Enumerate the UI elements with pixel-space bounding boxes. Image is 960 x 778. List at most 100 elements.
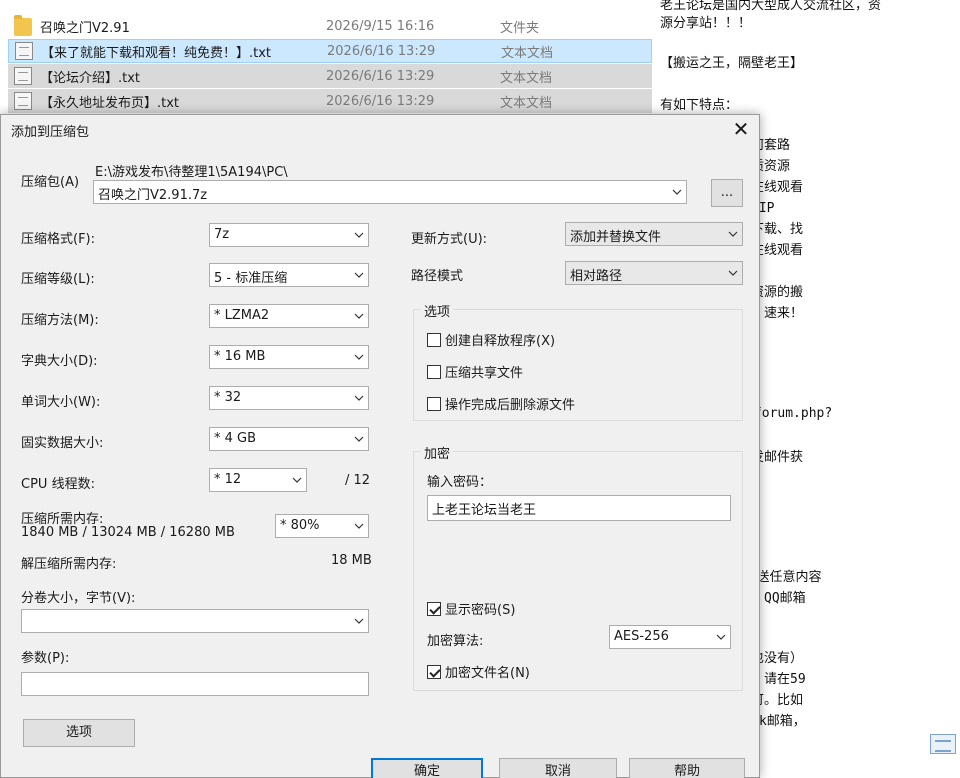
threads-select[interactable]: * 12 [209, 468, 307, 492]
chevron-down-icon [672, 189, 682, 195]
show-password-checkbox[interactable]: 显示密码(S) [427, 599, 515, 618]
password-label: 输入密码： [427, 475, 493, 490]
level-label: 压缩等级(L): [21, 272, 95, 287]
file-type: 文本文档 [500, 70, 553, 86]
format-label: 压缩格式(F): [21, 232, 96, 247]
list-view-icon[interactable] [930, 734, 956, 754]
chevron-down-icon [354, 313, 364, 319]
close-icon[interactable]: ✕ [729, 117, 753, 141]
delete-source-checkbox-label: 操作完成后删除源文件 [445, 398, 576, 413]
encrypt-names-checkbox[interactable]: 加密文件名(N) [427, 662, 530, 681]
file-name: 【永久地址发布页】.txt [40, 95, 180, 111]
method-label: 压缩方法(M): [21, 313, 99, 328]
file-date: 2026/6/16 13:29 [326, 93, 435, 109]
mem-decompress-label: 解压缩所需内存: [21, 557, 117, 572]
path-mode-value: 相对路径 [570, 269, 623, 284]
sfx-checkbox-label: 创建自释放程序(X) [445, 334, 556, 349]
checkbox-box [427, 664, 441, 679]
update-mode-select[interactable]: 添加并替换文件 [565, 222, 743, 246]
file-date: 2026/6/16 13:29 [327, 43, 436, 59]
word-select[interactable]: * 32 [209, 386, 369, 410]
threads-label: CPU 线程数: [21, 477, 95, 492]
password-value: 上老王论坛当老王 [432, 503, 537, 518]
update-mode-value: 添加并替换文件 [570, 230, 662, 245]
file-type: 文件夹 [500, 20, 540, 36]
file-type: 文本文档 [500, 95, 553, 111]
format-value: 7z [214, 227, 230, 242]
split-size-combo[interactable] [21, 609, 369, 633]
chevron-down-icon [354, 395, 364, 401]
archive-label: 压缩包(A) [21, 175, 80, 190]
archive-path: E:\游戏发布\待整理1\5A194\PC\ [95, 165, 288, 180]
help-button[interactable]: 帮助 [629, 758, 745, 778]
sfx-checkbox[interactable]: 创建自释放程序(X) [427, 330, 555, 349]
path-mode-select[interactable]: 相对路径 [565, 261, 743, 285]
chevron-down-icon [354, 232, 364, 238]
chevron-down-icon [354, 523, 364, 529]
chevron-down-icon [728, 270, 738, 276]
browse-button[interactable]: ... [711, 179, 743, 207]
options-group-title: 选项 [421, 301, 454, 320]
checkbox-box [427, 601, 441, 616]
shared-files-checkbox-label: 压缩共享文件 [445, 366, 524, 381]
encryption-group-title: 加密 [421, 443, 454, 462]
format-select[interactable]: 7z [209, 223, 369, 247]
solid-select[interactable]: * 4 GB [209, 427, 369, 451]
solid-label: 固实数据大小: [21, 436, 104, 451]
file-name: 召唤之门V2.91 [40, 20, 130, 36]
mem-percent-value: * 80% [280, 518, 320, 533]
show-password-label: 显示密码(S) [445, 603, 516, 618]
chevron-down-icon [354, 436, 364, 442]
level-value: 5 - 标准压缩 [214, 271, 288, 286]
delete-source-checkbox[interactable]: 操作完成后删除源文件 [427, 394, 575, 413]
dict-label: 字典大小(D): [21, 354, 98, 369]
password-input[interactable]: 上老王论坛当老王 [427, 495, 731, 521]
encryption-method-select[interactable]: AES-256 [609, 625, 731, 649]
word-value: * 32 [214, 390, 242, 405]
checkbox-box [427, 364, 441, 379]
chevron-down-icon [716, 634, 726, 640]
dict-select[interactable]: * 16 MB [209, 345, 369, 369]
file-date: 2026/6/16 13:29 [326, 68, 435, 84]
params-input[interactable] [21, 672, 369, 696]
file-row[interactable]: 【论坛介绍】.txt 2026/6/16 13:29 文本文档 [8, 64, 652, 88]
text-file-icon [15, 42, 33, 60]
params-label: 参数(P): [21, 651, 70, 666]
cancel-button[interactable]: 取消 [499, 758, 617, 778]
update-mode-label: 更新方式(U): [411, 232, 488, 247]
threads-total: / 12 [345, 473, 371, 488]
mem-decompress-value: 18 MB [331, 553, 372, 568]
shared-files-checkbox[interactable]: 压缩共享文件 [427, 362, 523, 381]
file-row[interactable]: 召唤之门V2.91 2026/9/15 16:16 文件夹 [8, 14, 652, 38]
add-to-archive-dialog: 添加到压缩包 ✕ 压缩包(A) E:\游戏发布\待整理1\5A194\PC\ 召… [0, 114, 760, 778]
text-file-icon [14, 67, 32, 85]
encryption-method-value: AES-256 [614, 629, 669, 644]
level-select[interactable]: 5 - 标准压缩 [209, 263, 369, 287]
file-row[interactable]: 【永久地址发布页】.txt 2026/6/16 13:29 文本文档 [8, 89, 652, 113]
encryption-method-label: 加密算法: [427, 634, 484, 649]
file-date: 2026/9/15 16:16 [326, 18, 435, 34]
checkbox-box [427, 396, 441, 411]
word-label: 单词大小(W): [21, 395, 101, 410]
method-value: * LZMA2 [214, 308, 270, 323]
solid-value: * 4 GB [214, 431, 257, 446]
mem-compress-value: 1840 MB / 13024 MB / 16280 MB [21, 525, 235, 540]
threads-value: * 12 [214, 472, 242, 487]
file-name: 【论坛介绍】.txt [40, 70, 141, 86]
chevron-down-icon [728, 231, 738, 237]
chevron-down-icon [354, 618, 364, 624]
ok-button[interactable]: 确定 [371, 758, 483, 778]
file-type: 文本文档 [501, 45, 554, 61]
method-select[interactable]: * LZMA2 [209, 304, 369, 328]
dialog-title: 添加到压缩包 [11, 125, 90, 140]
options-button[interactable]: 选项 [23, 719, 135, 747]
chevron-down-icon [354, 354, 364, 360]
file-explorer-list: 召唤之门V2.91 2026/9/15 16:16 文件夹 【来了就能下载和观看… [0, 0, 652, 118]
file-row[interactable]: 【来了就能下载和观看！纯免费！】.txt 2026/6/16 13:29 文本文… [8, 39, 652, 63]
split-label: 分卷大小，字节(V): [21, 591, 136, 606]
archive-name-combo[interactable]: 召唤之门V2.91.7z [93, 180, 687, 204]
chevron-down-icon [354, 272, 364, 278]
mem-percent-select[interactable]: * 80% [275, 514, 369, 538]
archive-name-value: 召唤之门V2.91.7z [98, 188, 208, 203]
file-name: 【来了就能下载和观看！纯免费！】.txt [41, 45, 272, 61]
